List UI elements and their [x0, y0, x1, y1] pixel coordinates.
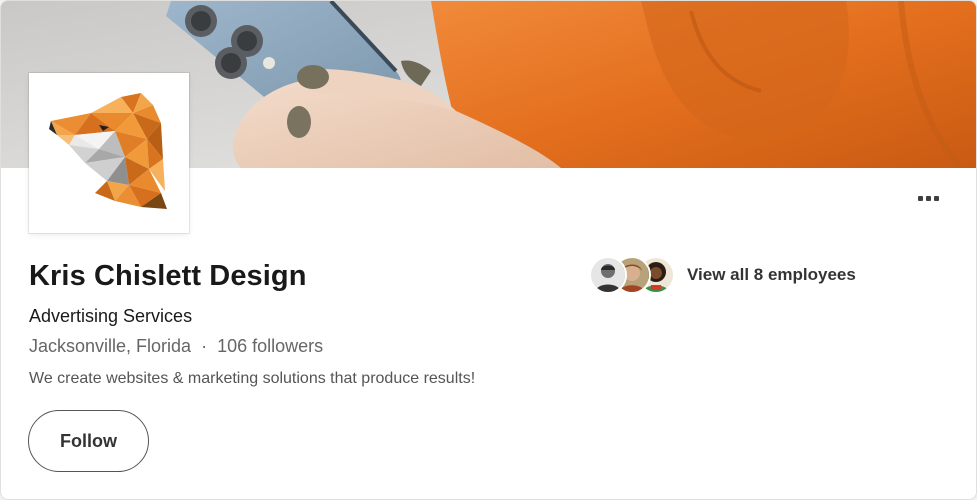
meta-separator: ·	[201, 336, 208, 356]
avatar	[589, 256, 627, 294]
follow-button[interactable]: Follow	[28, 410, 149, 472]
more-options-button[interactable]	[908, 183, 948, 213]
geometric-fox-logo-icon	[49, 93, 167, 209]
more-horizontal-icon	[917, 195, 939, 201]
company-industry: Advertising Services	[29, 306, 193, 326]
company-followers[interactable]: 106 followers	[217, 336, 323, 357]
company-logo[interactable]	[29, 73, 189, 233]
company-profile-card: Kris Chislett Design Advertising Service…	[0, 0, 977, 500]
view-employees-link[interactable]: View all 8 employees	[589, 256, 856, 294]
company-tagline: We create websites & marketing solutions…	[29, 370, 476, 387]
company-meta: Jacksonville, Florida · 106 followers	[29, 336, 323, 357]
view-employees-label: View all 8 employees	[687, 265, 856, 284]
company-location: Jacksonville, Florida	[29, 336, 192, 356]
company-name: Kris Chislett Design	[29, 260, 307, 292]
employee-avatars	[589, 256, 679, 294]
